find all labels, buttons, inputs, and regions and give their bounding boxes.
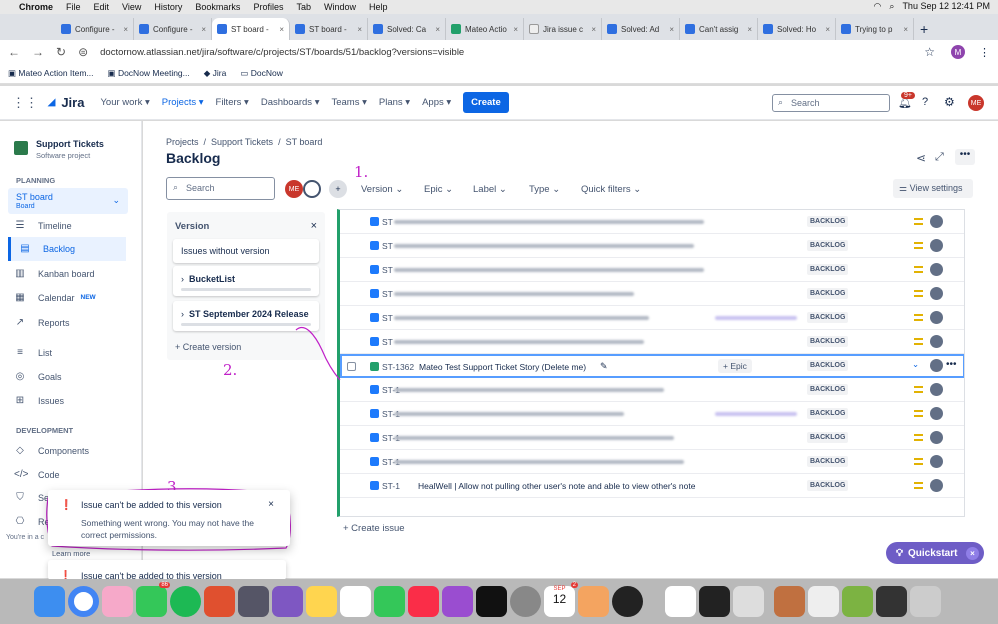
app-icon[interactable] [876,586,907,617]
close-icon[interactable]: × [966,546,979,560]
mac-dock: 86 SEP 12 2 [0,579,998,624]
document-icon[interactable] [808,586,839,617]
calendar-icon[interactable]: SEP 12 2 [544,582,578,617]
messages-icon[interactable]: 86 [136,582,170,617]
notes-icon[interactable] [306,586,337,617]
annotation-arrow [295,327,341,381]
finder-icon[interactable] [34,586,65,617]
dock-divider [646,586,662,617]
error-icon: ❗ [60,500,73,511]
facetime-icon[interactable] [374,586,405,617]
app-icon[interactable] [733,586,764,617]
spotify-icon[interactable] [170,586,201,617]
calendar-day: 12 [552,592,567,606]
app-icon[interactable] [578,586,609,617]
annotation-2: 2. [223,361,238,379]
podcasts-icon[interactable] [442,586,473,617]
toast-body: Something went wrong. You may not have t… [81,518,254,540]
quickstart-button[interactable]: 💡︎ Quickstart × [886,542,984,564]
dock-divider [767,586,771,617]
photos-icon[interactable] [102,586,133,617]
error-toast: ❗ Issue can't be added to this version ×… [48,490,290,546]
reminders-icon[interactable] [340,586,371,617]
toast-title: Issue can't be added to this version [81,500,222,510]
app-icon[interactable] [204,586,235,617]
lightbulb-icon: 💡︎ [896,547,903,559]
system-settings-icon[interactable] [510,586,541,617]
close-icon[interactable]: × [268,499,274,510]
app-icon[interactable] [612,586,643,617]
annotation-1: 1. [354,163,369,181]
music-icon[interactable] [408,586,439,617]
error-toast-second: ❗ Issue can't be added to this version [48,560,286,581]
folder-icon[interactable] [774,586,805,617]
terminal-icon[interactable] [699,586,730,617]
trash-icon[interactable] [910,586,941,617]
launchpad-icon[interactable] [272,586,303,617]
android-icon[interactable] [842,586,873,617]
calendar-badge: 2 [570,582,578,588]
messages-badge: 86 [159,582,170,588]
slack-icon[interactable] [665,586,696,617]
chrome-icon[interactable] [68,586,99,617]
app-icon[interactable] [238,586,269,617]
learn-more-link[interactable]: Learn more [52,549,90,558]
apple-tv-icon[interactable] [476,586,507,617]
